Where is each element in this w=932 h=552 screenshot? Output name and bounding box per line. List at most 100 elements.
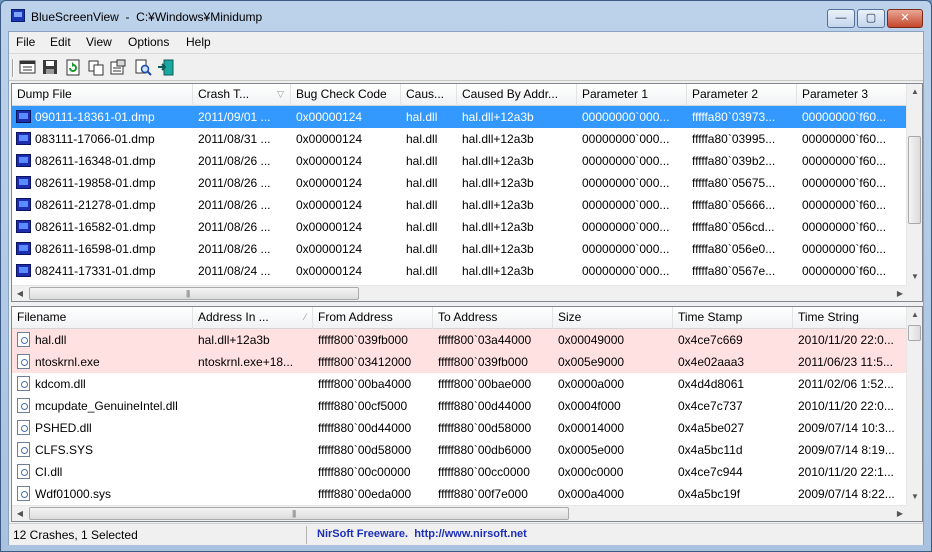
- find-icon[interactable]: [134, 59, 152, 76]
- crash-list-vscroll[interactable]: ▲ ▼: [906, 84, 922, 285]
- menu-options[interactable]: Options: [128, 35, 169, 49]
- crash-row[interactable]: 082611-16348-01.dmp 2011/08/26 ... 0x00000…: [12, 150, 908, 172]
- cell-text: 082611-21278-01.dmp: [35, 198, 156, 212]
- maximize-button[interactable]: ▢: [857, 9, 885, 28]
- cell-text: 0x4ce7c944: [678, 465, 743, 479]
- cell-caused-by-driver: hal.dll: [401, 194, 457, 216]
- cell-parameter-1: 00000000`000...: [577, 128, 687, 150]
- driver-list-vscroll-thumb[interactable]: [908, 325, 921, 341]
- cell-time-stamp: 0x4ce7c669: [673, 329, 793, 351]
- refresh-icon[interactable]: [64, 59, 82, 76]
- crash-row[interactable]: 090111-18361-01.dmp 2011/09/01 ... 0x00000…: [12, 106, 908, 128]
- cell-parameter-2: fffffa80`056cd...: [687, 216, 797, 238]
- scroll-up-arrow-icon[interactable]: ▲: [907, 84, 922, 100]
- minimize-button[interactable]: —: [827, 9, 855, 28]
- cell-text: fffff880`00f7e000: [438, 487, 528, 501]
- cell-time-string: 2009/07/14 8:22...: [793, 483, 908, 505]
- crash-row[interactable]: 082611-16598-01.dmp 2011/08/26 ... 0x00000…: [12, 238, 908, 260]
- scroll-left-arrow-icon[interactable]: ◀: [12, 286, 28, 301]
- crash-list-hscroll-thumb[interactable]: |||: [29, 287, 359, 300]
- menu-view[interactable]: View: [86, 35, 112, 49]
- column-crash-time[interactable]: Crash T... ▽: [193, 84, 291, 106]
- cell-parameter-2: fffffa80`03973...: [687, 106, 797, 128]
- cell-text: 2011/09/01 ...: [198, 110, 271, 124]
- column-parameter-3[interactable]: Parameter 3: [797, 84, 908, 106]
- column-filename[interactable]: Filename: [12, 307, 193, 329]
- menu-bar: File Edit View Options Help: [9, 32, 923, 52]
- driver-row[interactable]: kdcom.dll fffff800`00ba4000 fffff800`00bae…: [12, 373, 908, 395]
- column-dump-file[interactable]: Dump File: [12, 84, 193, 106]
- crash-list-hscroll[interactable]: ◀ ||| ▶: [12, 285, 908, 301]
- cell-text: hal.dll+12a3b: [198, 333, 270, 347]
- html-report-icon[interactable]: [19, 59, 37, 76]
- driver-row[interactable]: ntoskrnl.exe ntoskrnl.exe+18... fffff800`0…: [12, 351, 908, 373]
- copy-icon[interactable]: [87, 59, 105, 76]
- cell-filename: CLFS.SYS: [12, 439, 193, 461]
- driver-list-vscroll[interactable]: ▲ ▼: [906, 307, 922, 505]
- cell-crash-time: 2011/09/01 ...: [193, 106, 291, 128]
- cell-address-in-stack: ntoskrnl.exe+18...: [193, 351, 313, 373]
- driver-list-hscroll-thumb[interactable]: |||: [29, 507, 569, 520]
- cell-parameter-2: fffffa80`039b2...: [687, 150, 797, 172]
- column-from-address[interactable]: From Address: [313, 307, 433, 329]
- column-time-string[interactable]: Time String: [793, 307, 908, 329]
- menu-file[interactable]: File: [16, 35, 35, 49]
- save-icon[interactable]: [41, 59, 59, 76]
- cell-time-string: 2009/07/14 8:19...: [793, 439, 908, 461]
- column-time-stamp[interactable]: Time Stamp: [673, 307, 793, 329]
- driver-file-icon: [17, 332, 30, 347]
- exit-icon[interactable]: [157, 59, 175, 76]
- close-button[interactable]: ✕: [887, 9, 923, 28]
- nirsoft-link[interactable]: NirSoft Freeware. http://www.nirsoft.net: [317, 528, 527, 540]
- scroll-up-arrow-icon[interactable]: ▲: [907, 307, 922, 323]
- driver-row[interactable]: CI.dll fffff880`00c00000 fffff880`00cc0000…: [12, 461, 908, 483]
- column-address-in-stack-label: Address In ...: [198, 310, 269, 324]
- driver-row[interactable]: hal.dll hal.dll+12a3b fffff800`039fb000 fff…: [12, 329, 908, 351]
- crash-row[interactable]: 082611-19858-01.dmp 2011/08/26 ... 0x00000…: [12, 172, 908, 194]
- scroll-left-arrow-icon[interactable]: ◀: [12, 506, 28, 521]
- crash-row[interactable]: 082611-21278-01.dmp 2011/08/26 ... 0x00000…: [12, 194, 908, 216]
- cell-text: 0x005e9000: [558, 355, 625, 369]
- column-address-in-stack[interactable]: Address In ... ⁄: [193, 307, 313, 329]
- crash-row[interactable]: 082411-17331-01.dmp 2011/08/24 ... 0x00000…: [12, 260, 908, 282]
- driver-list-hscroll[interactable]: ◀ ||| ▶: [12, 505, 908, 521]
- cell-text: fffffa80`03995...: [692, 132, 776, 146]
- cell-address-in-stack: [193, 373, 313, 395]
- cell-dump-file: 090111-18361-01.dmp: [12, 106, 193, 128]
- column-caused-by-driver[interactable]: Caus...: [401, 84, 457, 106]
- driver-row[interactable]: mcupdate_GenuineIntel.dll fffff880`00cf50…: [12, 395, 908, 417]
- cell-bug-check-code: 0x00000124: [291, 238, 401, 260]
- crash-row[interactable]: 083111-17066-01.dmp 2011/08/31 ... 0x00000…: [12, 128, 908, 150]
- scroll-grip-icon: |||: [186, 289, 190, 298]
- cell-time-string: 2010/11/20 22:0...: [793, 395, 908, 417]
- cell-dump-file: 082611-19858-01.dmp: [12, 172, 193, 194]
- cell-address-in-stack: [193, 483, 313, 505]
- title-bar[interactable]: BlueScreenView - C:¥Windows¥Minidump — ▢…: [1, 1, 931, 31]
- driver-row[interactable]: CLFS.SYS fffff880`00d58000 fffff880`00db60…: [12, 439, 908, 461]
- driver-row[interactable]: Wdf01000.sys fffff880`00eda000 fffff880`00…: [12, 483, 908, 505]
- properties-icon[interactable]: [109, 59, 127, 76]
- cell-text: 0x4e02aaa3: [678, 355, 745, 369]
- cell-text: fffff800`039fb000: [318, 333, 408, 347]
- column-parameter-2[interactable]: Parameter 2: [687, 84, 797, 106]
- column-parameter-1[interactable]: Parameter 1: [577, 84, 687, 106]
- crash-list-vscroll-thumb[interactable]: [908, 136, 921, 224]
- cell-text: fffff880`00cc0000: [438, 465, 530, 479]
- driver-row[interactable]: PSHED.dll fffff880`00d44000 fffff880`00d58…: [12, 417, 908, 439]
- cell-from-address: fffff880`00c00000: [313, 461, 433, 483]
- menu-help[interactable]: Help: [186, 35, 211, 49]
- column-bug-check-code[interactable]: Bug Check Code: [291, 84, 401, 106]
- column-size[interactable]: Size: [553, 307, 673, 329]
- cell-address-in-stack: [193, 395, 313, 417]
- scroll-down-arrow-icon[interactable]: ▼: [907, 269, 922, 285]
- cell-parameter-3: 00000000`f60...: [797, 238, 908, 260]
- menu-edit[interactable]: Edit: [50, 35, 71, 49]
- column-to-address[interactable]: To Address: [433, 307, 553, 329]
- cell-text: 2011/08/24 ...: [198, 264, 271, 278]
- crash-row[interactable]: 082611-16582-01.dmp 2011/08/26 ... 0x00000…: [12, 216, 908, 238]
- column-caused-by-address[interactable]: Caused By Addr...: [457, 84, 577, 106]
- cell-text: fffff880`00d58000: [318, 443, 412, 457]
- cell-bug-check-code: 0x00000124: [291, 260, 401, 282]
- cell-text: 0x00000124: [296, 132, 363, 146]
- scroll-down-arrow-icon[interactable]: ▼: [907, 489, 922, 505]
